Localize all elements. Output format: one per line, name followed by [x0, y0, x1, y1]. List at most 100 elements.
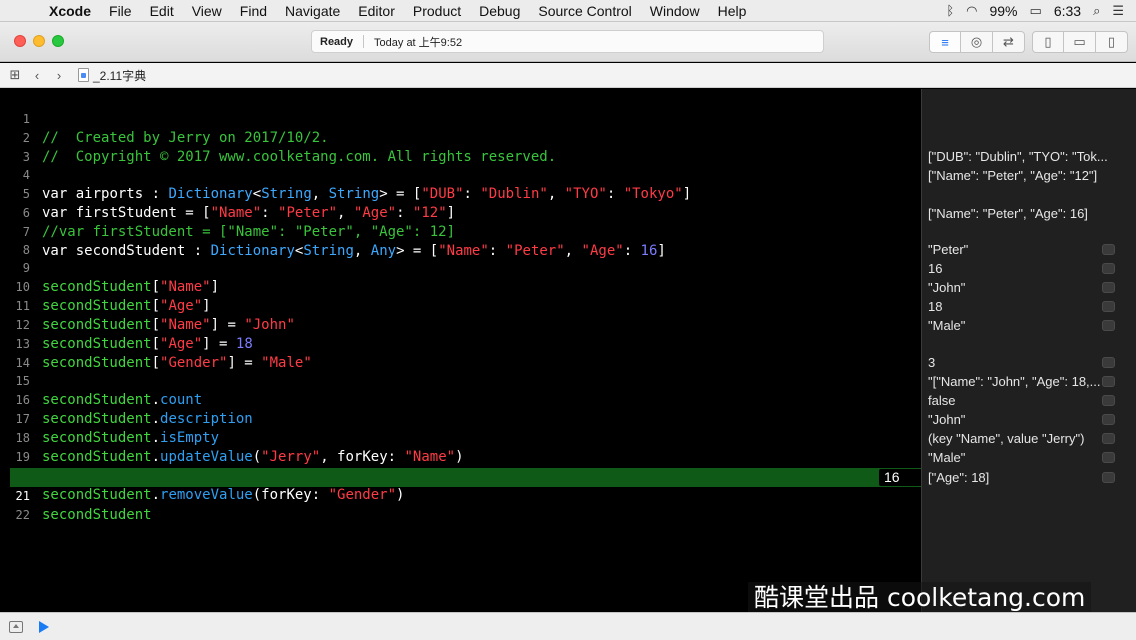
- result-text: (key "Name", value "Jerry"): [928, 431, 1085, 446]
- code-line: 11 secondStudent["Name"] = "John": [0, 278, 921, 333]
- code-line: 15 secondStudent.count: [0, 353, 921, 408]
- close-window-button[interactable]: [14, 35, 26, 47]
- result-text: ["Name": "Peter", "Age": 16]: [928, 206, 1088, 221]
- menu-bar: Xcode File Edit View Find Navigate Edito…: [0, 0, 1136, 22]
- menu-file[interactable]: File: [100, 3, 141, 19]
- code-text: secondStudent: [42, 507, 152, 523]
- status-area: ᛒ ◠ 99% ▭ 6:33 ⌕ ☰: [946, 3, 1136, 19]
- result-text: "John": [928, 280, 966, 295]
- run-playground-icon[interactable]: [39, 620, 49, 633]
- code-line: 22: [0, 487, 921, 522]
- result-text: 3: [928, 355, 936, 370]
- menu-source-control[interactable]: Source Control: [529, 3, 640, 19]
- result-text: ["Name": "Peter", "Age": "12"]: [928, 168, 1098, 183]
- quick-look-icon[interactable]: [1102, 320, 1115, 331]
- utilities-toggle-icon[interactable]: ▯: [1096, 31, 1128, 53]
- result-text: "Peter": [928, 242, 969, 257]
- window-toolbar: Ready Today at 上午9:52 ≡ ◎ ⇄ ▯ ▭ ▯: [0, 22, 1136, 62]
- result-row: ["Name": "Peter", "Age": 16]: [928, 204, 1128, 223]
- zoom-window-button[interactable]: [52, 35, 64, 47]
- code-line: 14: [0, 335, 921, 370]
- jump-bar-file[interactable]: _2.11字典: [93, 67, 146, 84]
- build-timestamp: Today at 上午9:52: [374, 36, 463, 49]
- result-row: 3: [928, 353, 1128, 372]
- editor-mode-group: ≡ ◎ ⇄: [929, 31, 1025, 53]
- result-row: "John": [928, 410, 1128, 429]
- wifi-icon[interactable]: ◠: [966, 3, 977, 19]
- result-text: "Male": [928, 318, 966, 333]
- quick-look-icon[interactable]: [1102, 452, 1115, 463]
- hide-debug-area-icon[interactable]: [9, 620, 23, 633]
- code-line: 6 //var firstStudent = ["Name": "Peter",…: [0, 185, 921, 240]
- menu-edit[interactable]: Edit: [141, 3, 183, 19]
- watermark: 酷课堂出品 coolketang.com: [748, 582, 1092, 614]
- assistant-editor-icon[interactable]: ◎: [961, 31, 993, 53]
- activity-viewer: Ready Today at 上午9:52: [311, 30, 824, 53]
- quick-look-icon[interactable]: [1102, 244, 1115, 255]
- debug-area-toggle-icon[interactable]: ▭: [1064, 31, 1096, 53]
- code-line: 1 // Created by Jerry on 2017/10/2.: [0, 91, 921, 146]
- spotlight-search-icon[interactable]: ⌕: [1093, 3, 1100, 19]
- menu-debug[interactable]: Debug: [470, 3, 529, 19]
- navigator-toggle-icon[interactable]: ▯: [1032, 31, 1064, 53]
- menu-help[interactable]: Help: [709, 3, 756, 19]
- result-row: false: [928, 391, 1128, 410]
- version-editor-icon[interactable]: ⇄: [993, 31, 1025, 53]
- activity-divider: [363, 35, 365, 48]
- menu-product[interactable]: Product: [404, 3, 470, 19]
- quick-look-icon[interactable]: [1102, 472, 1115, 483]
- result-text: "Male": [928, 450, 966, 465]
- standard-editor-icon[interactable]: ≡: [929, 31, 961, 53]
- quick-look-icon[interactable]: [1102, 433, 1115, 444]
- related-items-icon[interactable]: ⊞: [4, 67, 26, 83]
- result-text: ["DUB": "Dublin", "TYO": "Tok...: [928, 149, 1108, 164]
- code-editor[interactable]: 1 // Created by Jerry on 2017/10/2. 2 //…: [0, 89, 928, 612]
- battery-percent: 99%: [989, 2, 1018, 19]
- quick-look-icon[interactable]: [1102, 395, 1115, 406]
- quick-look-icon[interactable]: [1102, 282, 1115, 293]
- forward-chevron-icon[interactable]: ›: [48, 68, 70, 83]
- result-text: "["Name": "John", "Age": 18,...: [928, 374, 1101, 389]
- playground-file-icon: [78, 68, 89, 82]
- quick-look-icon[interactable]: [1102, 357, 1115, 368]
- result-row: ["DUB": "Dublin", "TYO": "Tok...: [928, 147, 1128, 166]
- code-line: 10 secondStudent["Age"]: [0, 259, 921, 314]
- result-row: "["Name": "John", "Age": 18,...: [928, 372, 1128, 391]
- bluetooth-icon[interactable]: ᛒ: [946, 3, 954, 18]
- quick-look-icon[interactable]: [1102, 376, 1115, 387]
- quick-look-icon[interactable]: [1102, 263, 1115, 274]
- result-row: (key "Name", value "Jerry"): [928, 429, 1128, 448]
- code-line: 2 // Copyright © 2017 www.coolketang.com…: [0, 110, 921, 165]
- menu-window[interactable]: Window: [641, 3, 709, 19]
- code-line: 18 secondStudent.updateValue("Jerry", fo…: [0, 410, 921, 465]
- result-row: "John": [928, 278, 1128, 297]
- menu-navigate[interactable]: Navigate: [276, 3, 349, 19]
- minimize-window-button[interactable]: [33, 35, 45, 47]
- menu-app-xcode[interactable]: Xcode: [40, 3, 100, 19]
- result-row: "Male": [928, 448, 1128, 467]
- quick-look-icon[interactable]: [1102, 301, 1115, 312]
- code-line: 7 var secondStudent : Dictionary<String,…: [0, 204, 921, 259]
- clock[interactable]: 6:33: [1054, 3, 1081, 19]
- code-line: 3: [0, 129, 921, 164]
- result-row: ["Age": 18]: [928, 468, 1128, 487]
- back-chevron-icon[interactable]: ‹: [26, 68, 48, 83]
- result-row: 16: [928, 259, 1128, 278]
- build-status: Ready: [320, 35, 354, 48]
- quick-look-icon[interactable]: [1102, 414, 1115, 425]
- menu-editor[interactable]: Editor: [349, 3, 404, 19]
- code-line: 8: [0, 222, 921, 257]
- code-line: 17 secondStudent.isEmpty: [0, 391, 921, 446]
- result-row: 18: [928, 297, 1128, 316]
- menu-view[interactable]: View: [183, 3, 231, 19]
- line-number: 22: [15, 508, 30, 522]
- result-row: ["Name": "Peter", "Age": "12"]: [928, 166, 1128, 185]
- menu-find[interactable]: Find: [231, 3, 276, 19]
- code-line: 13 secondStudent["Gender"] = "Male": [0, 316, 921, 371]
- battery-icon[interactable]: ▭: [1030, 3, 1042, 19]
- notification-center-icon[interactable]: ☰: [1112, 3, 1124, 19]
- jump-bar: ⊞ ‹ › _2.11字典: [0, 63, 1136, 88]
- result-row: "Male": [928, 316, 1128, 335]
- result-text: false: [928, 393, 956, 408]
- results-sidebar: ["DUB": "Dublin", "TYO": "Tok... ["Name"…: [921, 89, 1136, 612]
